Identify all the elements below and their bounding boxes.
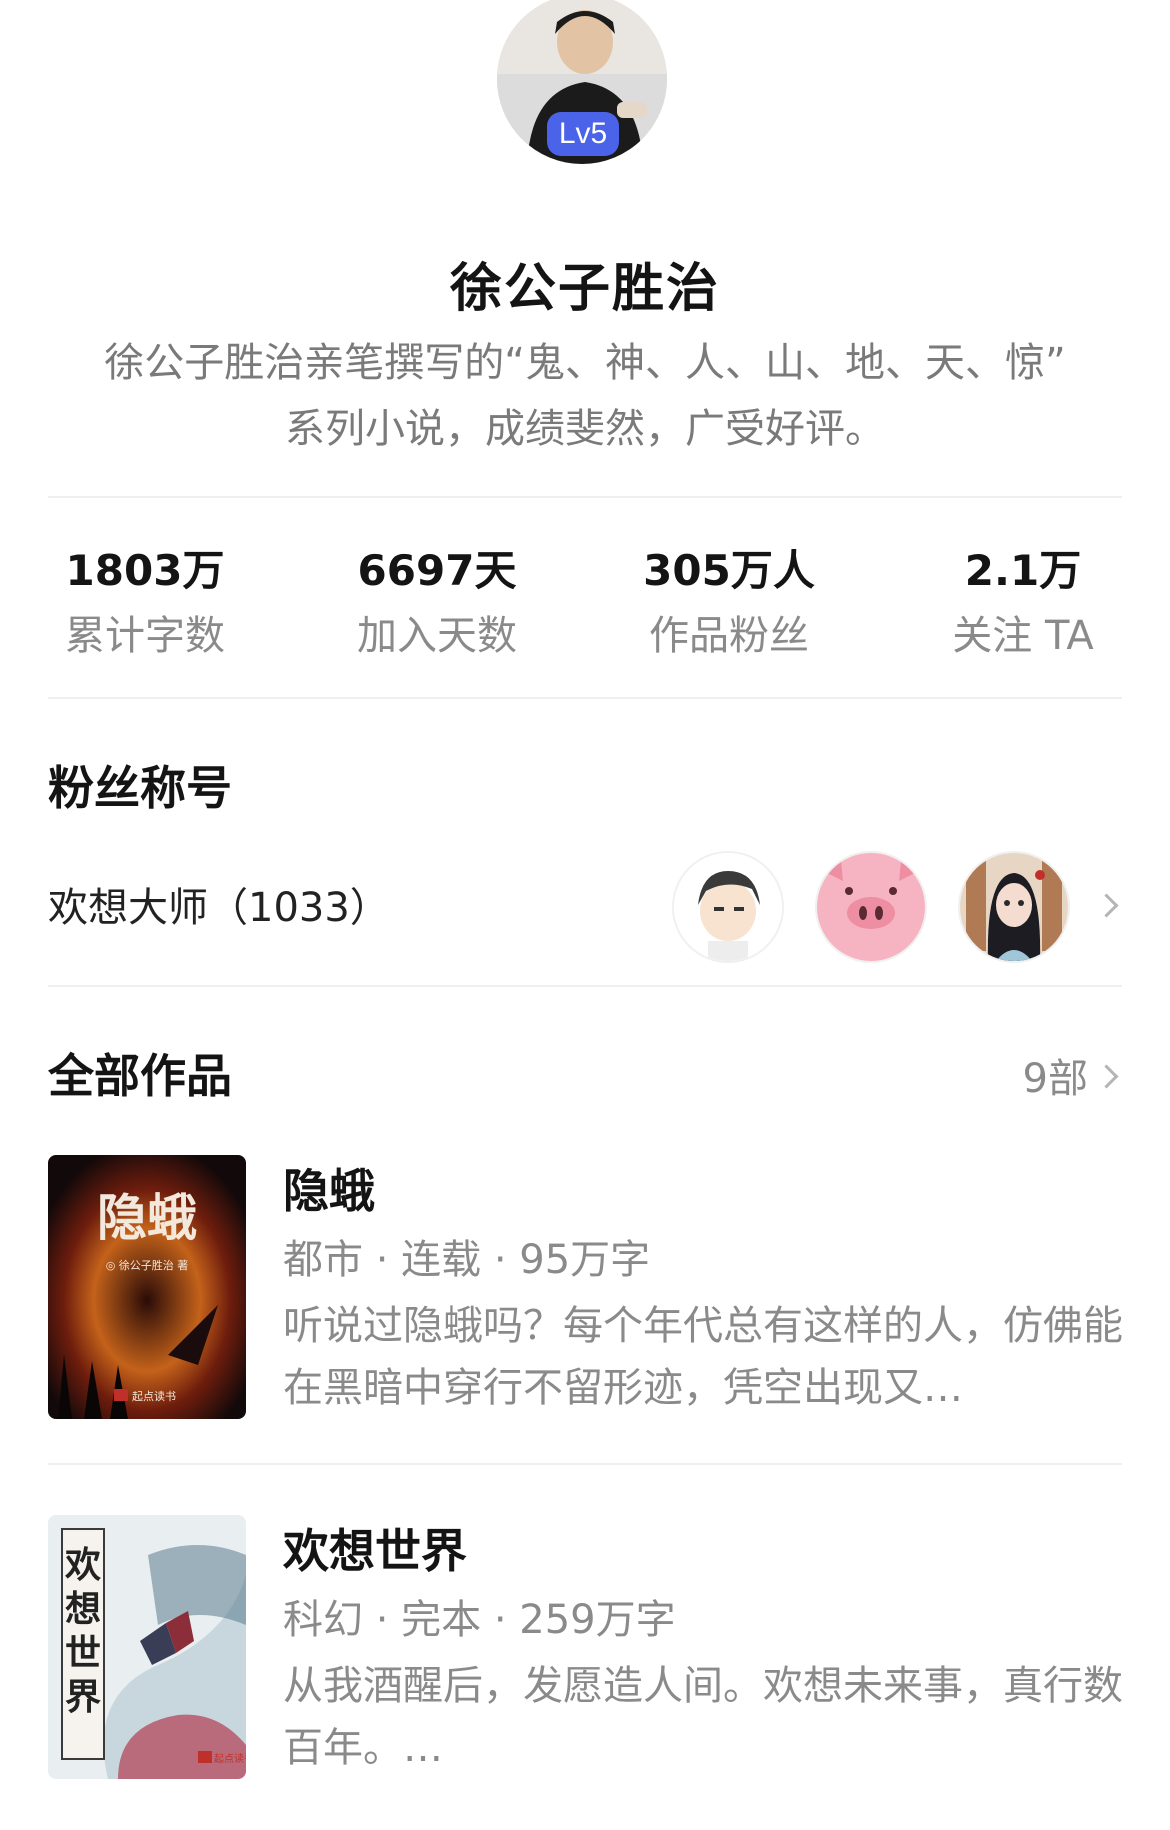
- stat-days-joined: 6697天 加入天数: [312, 542, 562, 664]
- stat-follow[interactable]: 2.1万 关注 TA: [898, 542, 1148, 664]
- cover-publisher: 起点读书: [214, 1752, 246, 1765]
- stat-label: 累计字数: [65, 613, 225, 659]
- divider: [48, 985, 1122, 987]
- stat-label: 作品粉丝: [649, 613, 809, 659]
- book-meta: 科幻 · 完本 · 259万字: [283, 1597, 676, 1643]
- works-count[interactable]: 9部: [1023, 1046, 1088, 1104]
- chevron-right-icon[interactable]: [1094, 893, 1119, 918]
- divider: [48, 496, 1122, 498]
- fan-title-row[interactable]: 欢想大师（1033）: [0, 845, 1170, 965]
- stat-label: 加入天数: [357, 613, 517, 659]
- stat-value: 305万人: [643, 546, 815, 595]
- fan-avatar[interactable]: [672, 851, 784, 963]
- cover-title-char: 欢: [64, 1544, 101, 1586]
- chevron-right-icon[interactable]: [1094, 1064, 1119, 1089]
- book-meta: 都市 · 连载 · 95万字: [283, 1237, 651, 1283]
- stat-value: 2.1万: [964, 546, 1082, 595]
- book-item[interactable]: 隐蛾 ◎ 徐公子胜治 著 起点读书 隐蛾 都市 · 连载 · 95万字 听说过隐…: [48, 1155, 1123, 1425]
- works-heading: 全部作品: [48, 1049, 232, 1103]
- stats-row: 1803万 累计字数 6697天 加入天数 305万人 作品粉丝 2.1万 关注…: [0, 542, 1170, 682]
- author-avatar-container[interactable]: Lv5: [497, 0, 667, 164]
- cover-title: 隐蛾: [97, 1188, 197, 1247]
- cover-author: ◎ 徐公子胜治 著: [106, 1258, 189, 1272]
- stat-value: 6697天: [357, 546, 517, 595]
- fan-title-label: 欢想大师（1033）: [48, 885, 390, 931]
- follow-ta-label[interactable]: 关注 TA: [898, 608, 1148, 664]
- author-profile-page: Lv5 徐公子胜治 徐公子胜治亲笔撰写的“鬼、神、人、山、地、天、惊” 系列小说…: [0, 0, 1170, 1830]
- cover-title-char: 世: [65, 1632, 101, 1674]
- divider: [48, 1463, 1122, 1465]
- cover-title-char: 想: [65, 1588, 101, 1630]
- book-cover[interactable]: 欢 想 世 界 起点读书: [48, 1515, 246, 1779]
- stat-fans: 305万人 作品粉丝: [604, 542, 854, 664]
- book-title[interactable]: 隐蛾: [283, 1155, 375, 1221]
- fan-avatar[interactable]: [815, 851, 927, 963]
- cover-publisher: 起点读书: [132, 1389, 176, 1403]
- divider: [48, 697, 1122, 699]
- fan-title-heading: 粉丝称号: [48, 761, 232, 815]
- fan-avatar[interactable]: [958, 851, 1070, 963]
- cover-title-char: 界: [65, 1676, 101, 1718]
- book-title[interactable]: 欢想世界: [283, 1515, 467, 1581]
- level-badge: Lv5: [547, 112, 619, 156]
- book-description: 听说过隐蛾吗？每个年代总有这样的人，仿佛能在黑暗中穿行不留形迹，凭空出现又…: [283, 1303, 1123, 1411]
- stat-word-count: 1803万 累计字数: [20, 542, 270, 664]
- works-header[interactable]: 全部作品 9部: [0, 1040, 1170, 1110]
- book-cover[interactable]: 隐蛾 ◎ 徐公子胜治 著 起点读书: [48, 1155, 246, 1419]
- author-bio-line: 徐公子胜治亲笔撰写的“鬼、神、人、山、地、天、惊”: [104, 340, 1066, 386]
- author-name: 徐公子胜治: [449, 259, 720, 319]
- stat-value: 1803万: [65, 546, 225, 595]
- author-bio: 徐公子胜治亲笔撰写的“鬼、神、人、山、地、天、惊” 系列小说，成绩斐然，广受好评…: [50, 330, 1120, 462]
- book-item[interactable]: 欢 想 世 界 起点读书 欢想世界 科幻 · 完本 · 259万字 从我酒醒后，…: [48, 1515, 1123, 1785]
- book-description: 从我酒醒后，发愿造人间。欢想未来事，真行数百年。…: [283, 1663, 1123, 1771]
- author-bio-line: 系列小说，成绩斐然，广受好评。: [285, 406, 885, 452]
